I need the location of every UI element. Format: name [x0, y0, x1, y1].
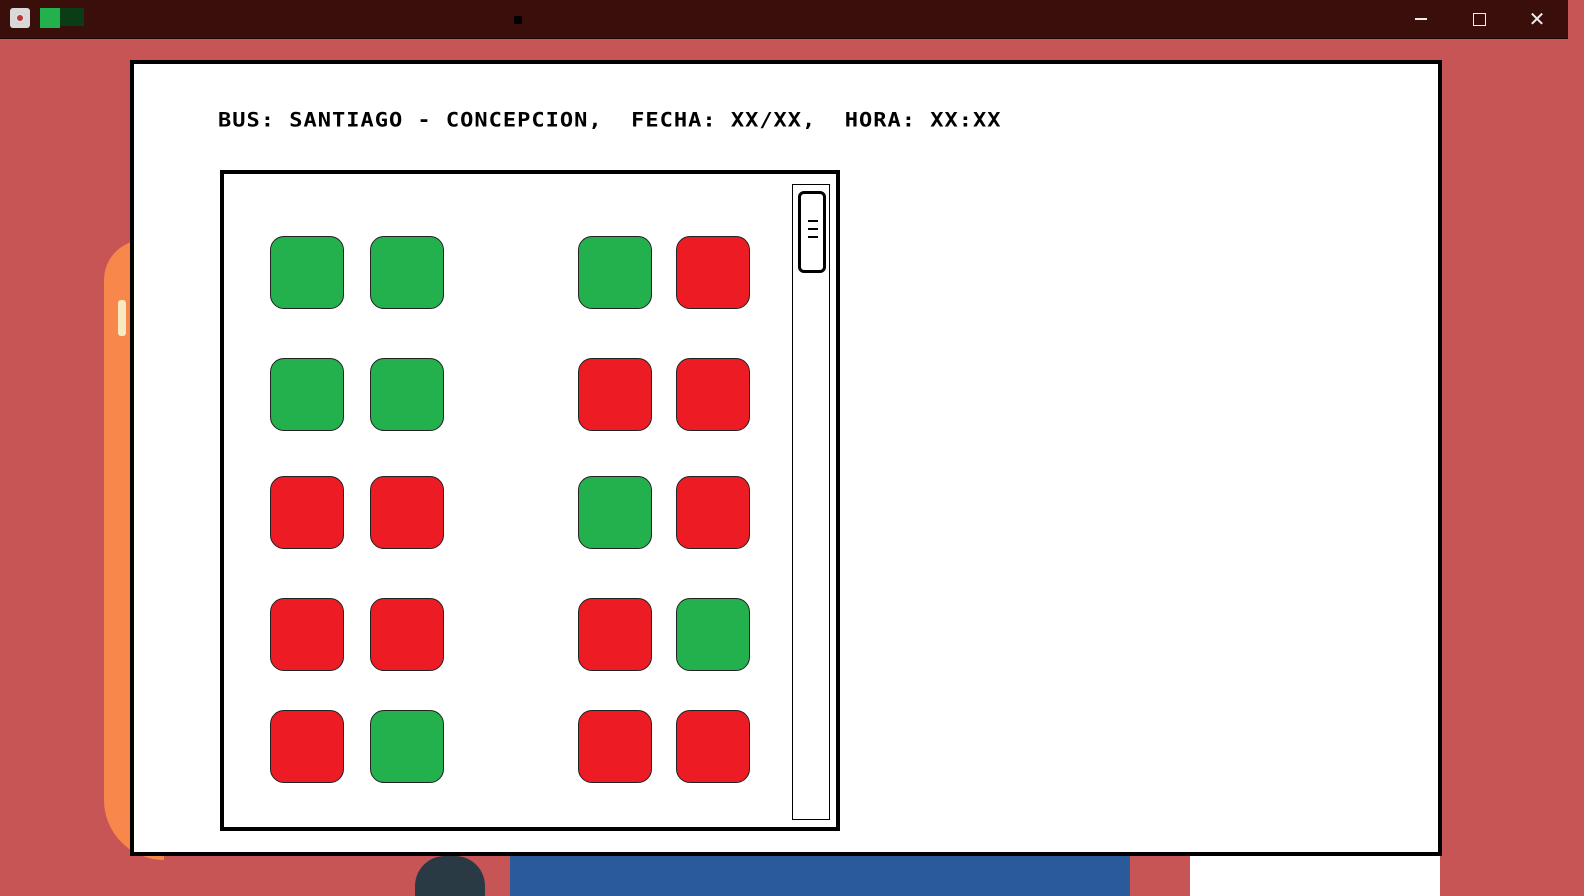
seat-1-1-free[interactable]	[270, 236, 344, 309]
seat-3-1-taken[interactable]	[270, 476, 344, 549]
seat-4-4-free[interactable]	[676, 598, 750, 671]
trip-header: BUS: SANTIAGO - CONCEPCION, FECHA: XX/XX…	[218, 109, 1002, 132]
scrollbar-thumb[interactable]	[798, 191, 826, 273]
seat-1-3-free[interactable]	[578, 236, 652, 309]
seat-2-1-free[interactable]	[270, 358, 344, 431]
app-icon	[10, 8, 30, 28]
seat-5-4-taken[interactable]	[676, 710, 750, 783]
seat-3-3-free[interactable]	[578, 476, 652, 549]
seat-4-2-taken[interactable]	[370, 598, 444, 671]
grip-line	[808, 228, 818, 230]
background-text-strip-white	[1190, 856, 1440, 896]
title-bar: ✕	[0, 0, 1568, 39]
seat-4-1-taken[interactable]	[270, 598, 344, 671]
seat-map	[220, 170, 840, 831]
seat-3-2-taken[interactable]	[370, 476, 444, 549]
window-title-graphic	[40, 8, 60, 28]
seat-2-2-free[interactable]	[370, 358, 444, 431]
booking-panel: BUS: SANTIAGO - CONCEPCION, FECHA: XX/XX…	[130, 60, 1442, 856]
background-wheel	[415, 856, 485, 896]
close-button[interactable]: ✕	[1508, 0, 1566, 38]
seat-2-3-taken[interactable]	[578, 358, 652, 431]
maximize-button[interactable]	[1450, 0, 1508, 38]
maximize-icon	[1472, 12, 1486, 26]
grip-line	[808, 236, 818, 238]
seat-5-2-free[interactable]	[370, 710, 444, 783]
background-highlight	[118, 300, 126, 336]
seat-2-4-taken[interactable]	[676, 358, 750, 431]
seat-5-1-taken[interactable]	[270, 710, 344, 783]
vertical-scrollbar[interactable]	[792, 184, 830, 820]
seat-4-3-taken[interactable]	[578, 598, 652, 671]
minimize-icon	[1415, 18, 1427, 20]
close-icon: ✕	[1528, 7, 1546, 31]
seat-5-3-taken[interactable]	[578, 710, 652, 783]
grip-line	[808, 220, 818, 222]
seat-1-4-taken[interactable]	[676, 236, 750, 309]
seat-3-4-taken[interactable]	[676, 476, 750, 549]
window-title-graphic-shadow	[60, 8, 84, 26]
background-text-strip	[510, 856, 1130, 896]
title-dot	[514, 16, 522, 24]
seat-1-2-free[interactable]	[370, 236, 444, 309]
minimize-button[interactable]	[1392, 0, 1450, 38]
